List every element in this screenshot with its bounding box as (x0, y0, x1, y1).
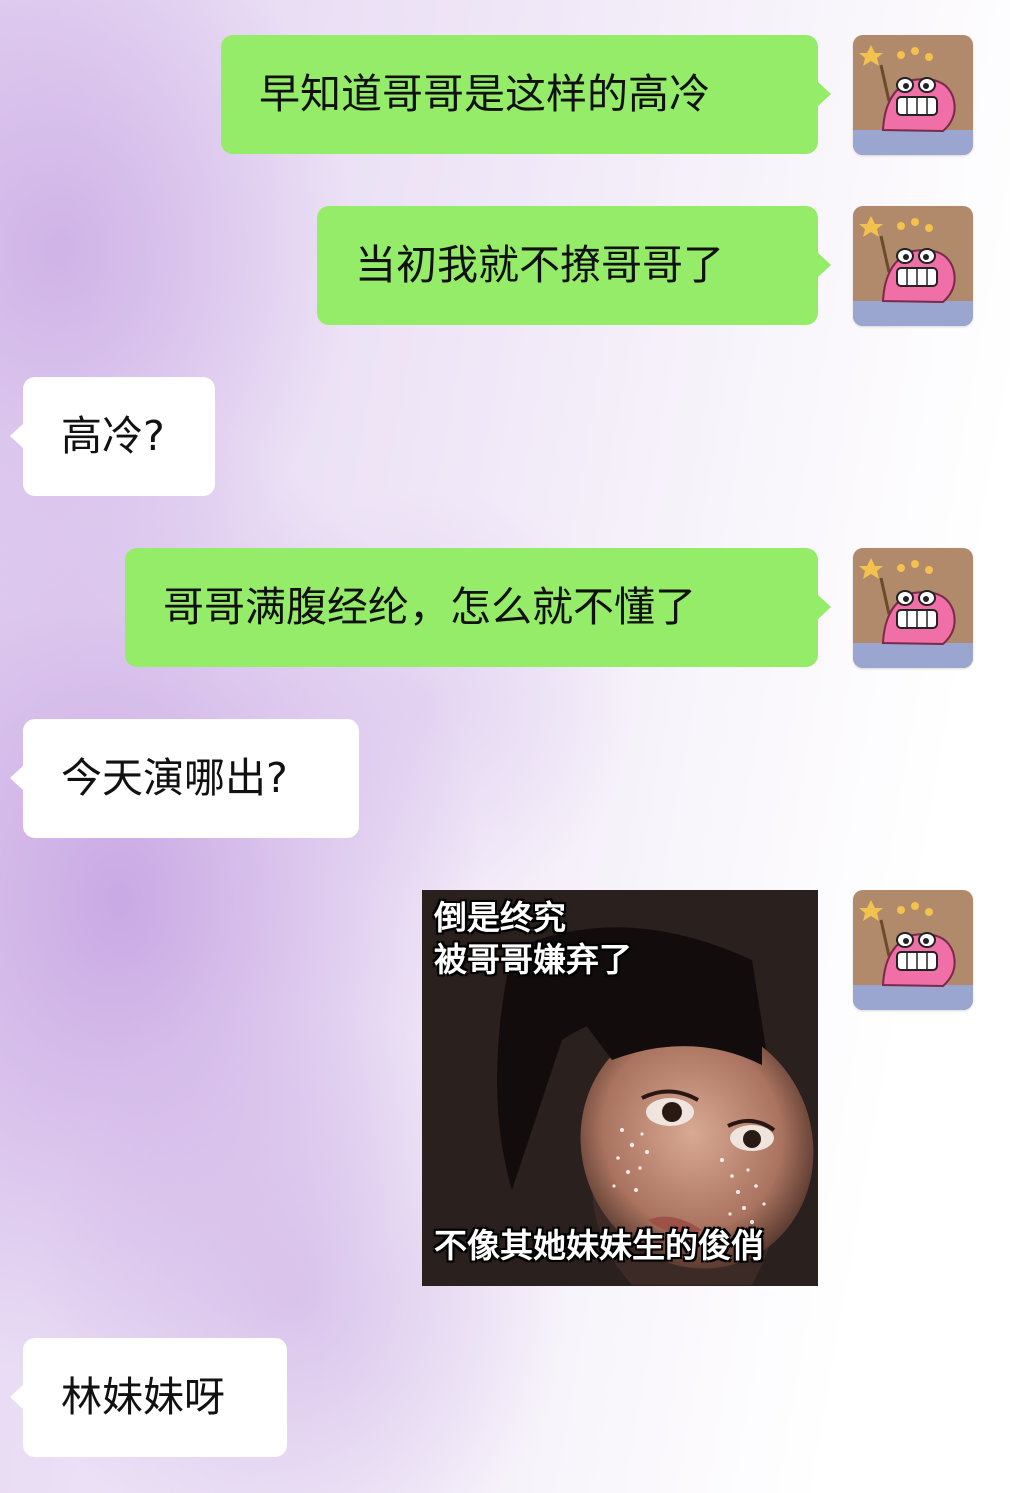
message-bubble-outgoing[interactable]: 早知道哥哥是这样的高冷 (221, 35, 831, 154)
sticker-caption-top-line-1: 倒是终究 (434, 898, 566, 937)
self-avatar-icon[interactable] (853, 890, 973, 1010)
self-avatar-icon[interactable] (853, 206, 973, 326)
self-avatar-icon[interactable] (853, 35, 973, 155)
sticker-image[interactable]: 倒是终究 被哥哥嫌弃了 不像其她妹妹生的俊俏 (422, 890, 818, 1286)
message-bubble-incoming[interactable]: 今天演哪出? (10, 719, 359, 838)
message-bubble-incoming[interactable]: 林妹妹呀 (10, 1338, 287, 1457)
sticker-caption-bottom: 不像其她妹妹生的俊俏 (434, 1226, 764, 1265)
message-bubble-outgoing[interactable]: 当初我就不撩哥哥了 (317, 206, 831, 325)
self-avatar-icon[interactable] (853, 548, 973, 668)
message-bubble-outgoing[interactable]: 哥哥满腹经纶，怎么就不懂了 (125, 548, 831, 667)
message-bubble-incoming[interactable]: 高冷? (10, 377, 215, 496)
sticker-caption-top-line-2: 被哥哥嫌弃了 (434, 940, 632, 979)
chat-thread: 早知道哥哥是这样的高冷 当初我就不撩哥哥了 高冷? 哥哥满腹经纶，怎么就不懂了 … (0, 0, 1010, 1493)
